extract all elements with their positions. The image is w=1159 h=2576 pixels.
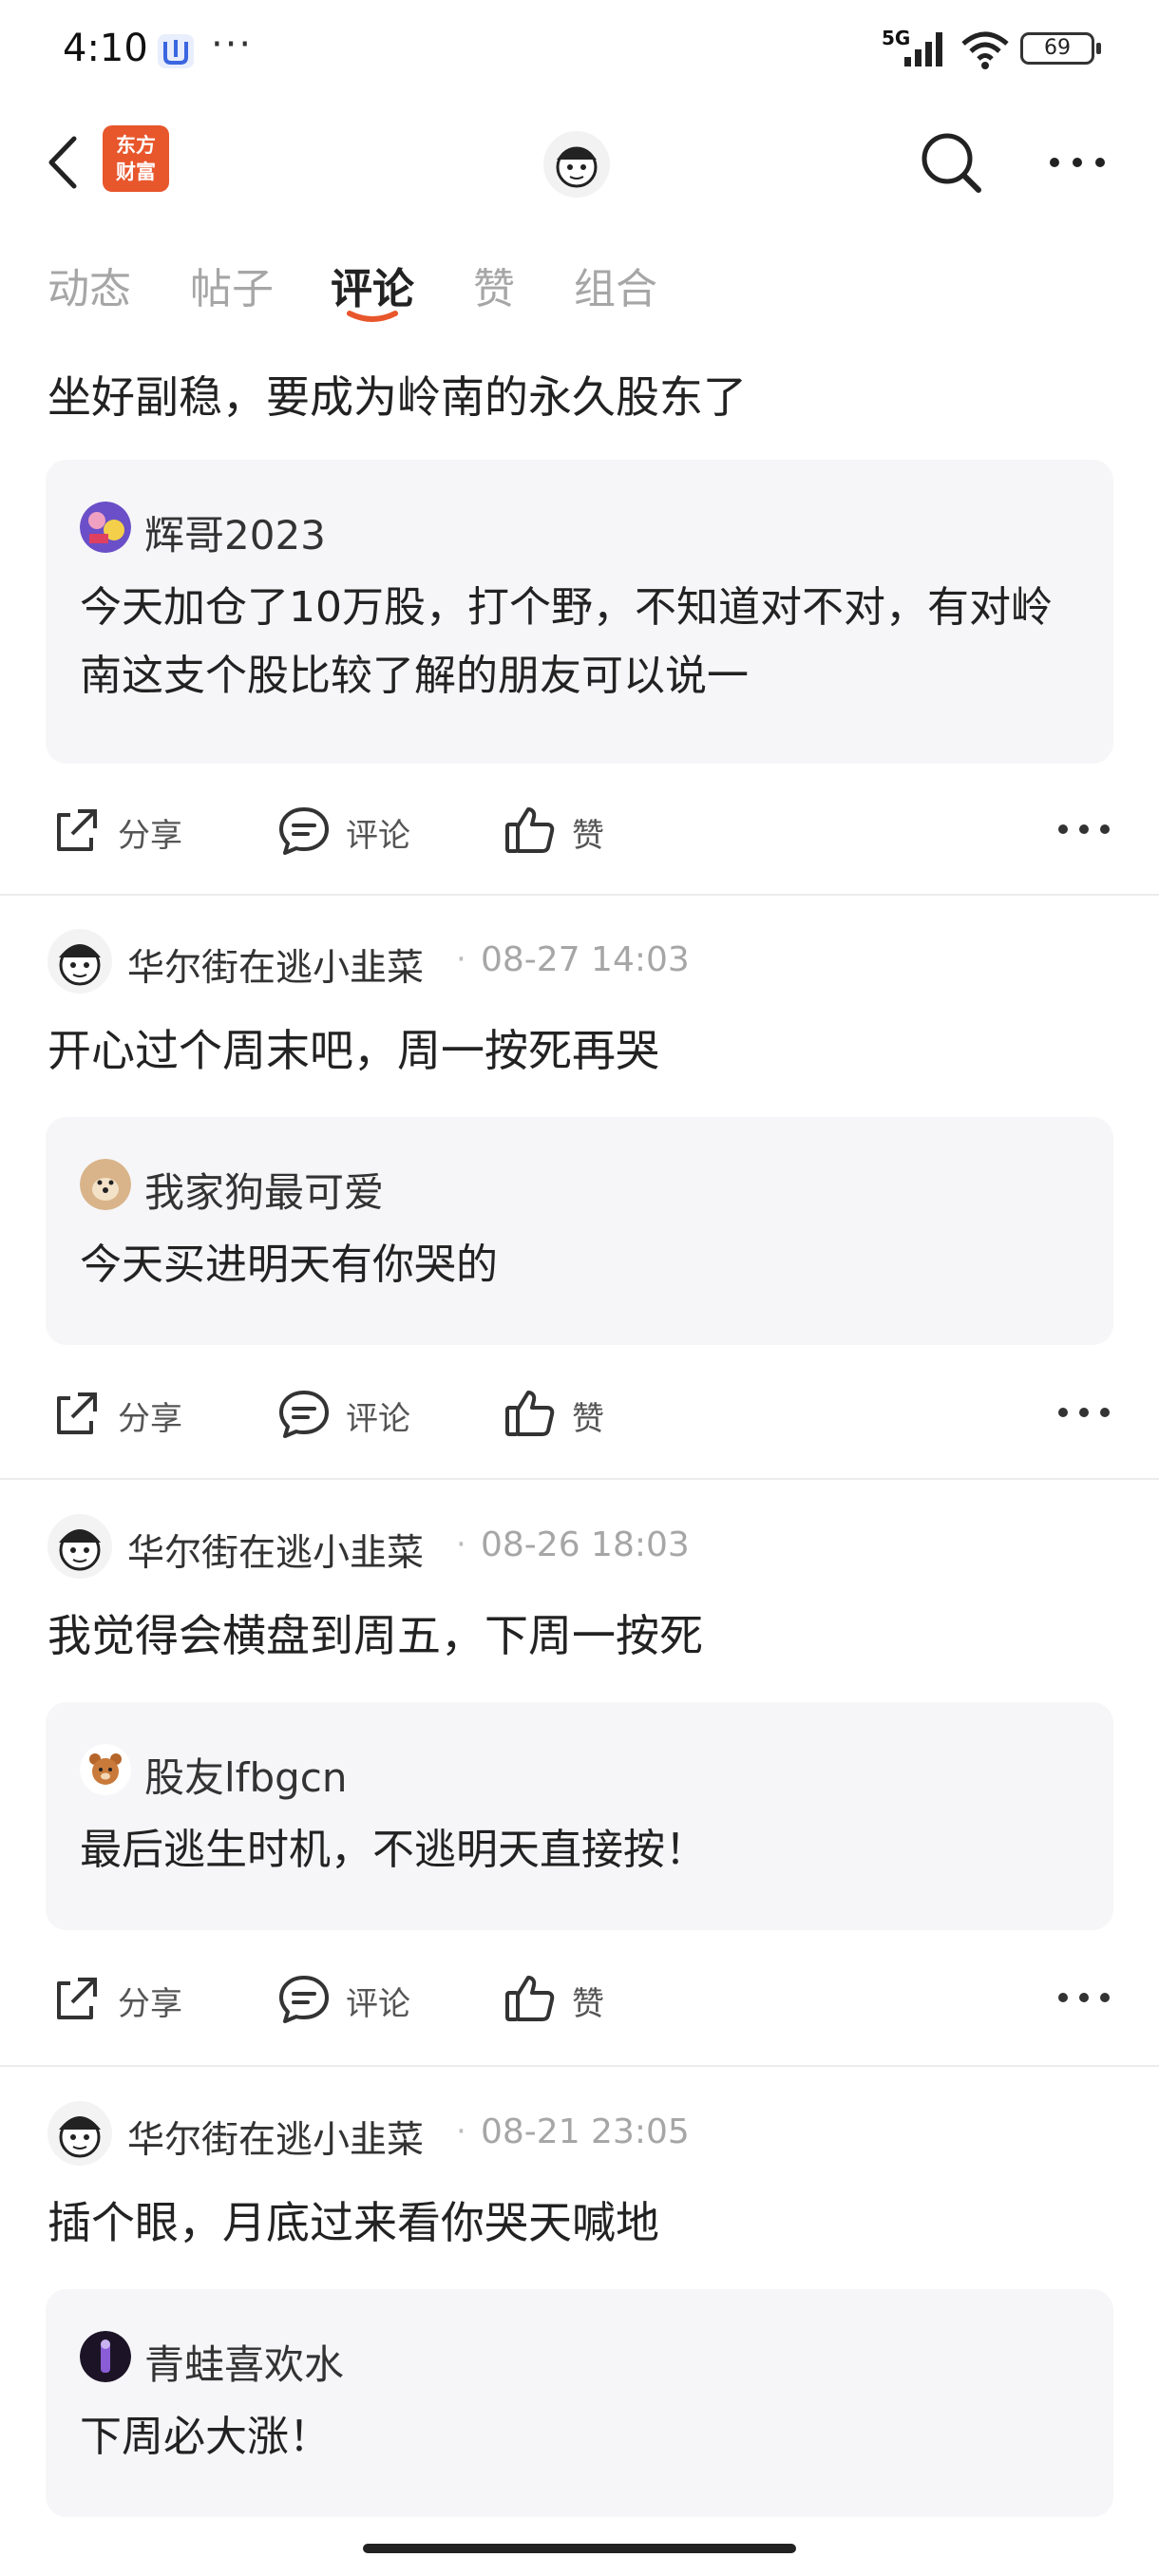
avatar-image-icon xyxy=(80,502,131,553)
quoted-text: 下周必大涨！ xyxy=(80,2413,331,2461)
separator-dot: · xyxy=(456,940,466,978)
divider xyxy=(0,2065,1159,2067)
comment-bubble-icon xyxy=(279,1391,329,1438)
bear-avatar-icon xyxy=(80,1744,131,1795)
post-time: 08-21 23:05 xyxy=(481,2112,690,2151)
comment-bubble-icon xyxy=(279,1976,329,2023)
comment-card: 华尔街在逃小韭菜 · 08-21 23:05 插个眼，月底过来看你哭天喊地 青蛙… xyxy=(0,2101,1159,2557)
more-menu-icon[interactable] xyxy=(1047,148,1108,177)
action-bar: 分享 评论 赞 xyxy=(0,786,1159,872)
comment-text[interactable]: 我觉得会横盘到周五，下周一按死 xyxy=(48,1601,703,1664)
night-photo-avatar-icon xyxy=(80,2331,131,2382)
comment-card: 华尔街在逃小韭菜 · 08-26 18:03 我觉得会横盘到周五，下周一按死 股… xyxy=(0,1514,1159,2065)
tab-likes[interactable]: 赞 xyxy=(473,255,515,315)
share-icon xyxy=(57,809,97,851)
cartoon-face-icon xyxy=(59,944,101,986)
wifi-icon xyxy=(961,31,1009,69)
divider xyxy=(0,1478,1159,1480)
active-tab-indicator xyxy=(347,311,398,322)
profile-tabs: 动态 帖子 评论 赞 组合 xyxy=(0,222,1159,327)
quoted-comment[interactable]: 股友lfbgcn 最后逃生时机，不逃明天直接按！ xyxy=(46,1702,1113,1930)
comment-header: 华尔街在逃小韭菜 · 08-21 23:05 xyxy=(48,2101,1130,2169)
cartoon-face-icon xyxy=(59,1529,101,1571)
quoted-comment[interactable]: 我家狗最可爱 今天买进明天有你哭的 xyxy=(46,1117,1113,1345)
comment-text[interactable]: 坐好副稳，要成为岭南的永久股东了 xyxy=(48,363,747,426)
author-name[interactable]: 华尔街在逃小韭菜 xyxy=(127,938,424,992)
quoted-text: 最后逃生时机，不逃明天直接按！ xyxy=(80,1826,707,1874)
status-bar: 4:10 ··· 5G 69 xyxy=(0,0,1159,103)
action-bar: 分享 评论 赞 xyxy=(0,1370,1159,1455)
like-label: 赞 xyxy=(572,1985,604,2023)
tab-dynamics[interactable]: 动态 xyxy=(48,255,131,315)
post-time: 08-26 18:03 xyxy=(481,1525,690,1564)
like-label: 赞 xyxy=(572,1400,604,1438)
thumbs-up-icon xyxy=(505,807,555,853)
share-icon xyxy=(57,1978,97,2019)
quoted-comment[interactable]: 辉哥2023 今天加仓了10万股，打个野，不知道对不对，有对岭南这支个股比较了解… xyxy=(46,460,1113,764)
separator-dot: · xyxy=(456,1525,466,1563)
share-label: 分享 xyxy=(118,1985,182,2023)
dog-avatar-icon xyxy=(80,1159,131,1210)
more-options-icon[interactable] xyxy=(1056,1398,1112,1427)
comment-header: 华尔街在逃小韭菜 · 08-27 14:03 xyxy=(48,929,1130,997)
separator-dot: · xyxy=(456,2112,466,2150)
comment-label: 评论 xyxy=(346,817,410,855)
comment-text[interactable]: 插个眼，月底过来看你哭天喊地 xyxy=(48,2188,659,2251)
battery-indicator: 69 xyxy=(1020,32,1101,65)
eastmoney-logo[interactable]: 东方 财富 xyxy=(103,125,169,192)
share-icon xyxy=(57,1392,97,1434)
app-notification-icon xyxy=(158,34,194,68)
author-avatar[interactable] xyxy=(48,929,112,994)
author-avatar[interactable] xyxy=(48,1514,112,1579)
comment-label: 评论 xyxy=(346,1400,410,1438)
signal-icon xyxy=(904,32,942,66)
author-name[interactable]: 华尔街在逃小韭菜 xyxy=(127,1524,424,1577)
quoted-user-avatar[interactable] xyxy=(80,2331,131,2382)
status-more-dots: ··· xyxy=(211,23,254,66)
action-bar: 分享 评论 赞 xyxy=(0,1955,1159,2040)
search-icon[interactable] xyxy=(918,129,984,196)
post-time: 08-27 14:03 xyxy=(481,940,690,979)
quoted-comment[interactable]: 青蛙喜欢水 下周必大涨！ xyxy=(46,2289,1113,2517)
more-options-icon[interactable] xyxy=(1056,1983,1112,2012)
logo-text-line1: 东方 xyxy=(116,134,156,157)
comment-label: 评论 xyxy=(346,1985,410,2023)
author-name[interactable]: 华尔街在逃小韭菜 xyxy=(127,2111,424,2164)
cartoon-face-icon xyxy=(556,146,598,188)
quoted-user-name[interactable]: 我家狗最可爱 xyxy=(144,1161,384,1219)
quoted-user-avatar[interactable] xyxy=(80,1159,131,1210)
quoted-user-name[interactable]: 青蛙喜欢水 xyxy=(144,2333,344,2391)
more-options-icon[interactable] xyxy=(1056,815,1112,843)
comment-header: 华尔街在逃小韭菜 · 08-26 18:03 xyxy=(48,1514,1130,1582)
top-nav-bar: 东方 财富 xyxy=(0,103,1159,222)
share-label: 分享 xyxy=(118,1400,182,1438)
home-indicator[interactable] xyxy=(363,2544,796,2553)
quoted-user-name[interactable]: 辉哥2023 xyxy=(144,503,326,561)
author-avatar[interactable] xyxy=(48,2101,112,2166)
quoted-user-name[interactable]: 股友lfbgcn xyxy=(144,1746,348,1804)
divider xyxy=(0,894,1159,896)
comment-bubble-icon xyxy=(279,807,329,855)
tab-portfolio[interactable]: 组合 xyxy=(574,255,657,315)
tab-posts[interactable]: 帖子 xyxy=(190,255,274,315)
comment-card: 坐好副稳，要成为岭南的永久股东了 辉哥2023 今天加仓了10万股，打个野，不知… xyxy=(0,327,1159,897)
logo-text-line2: 财富 xyxy=(116,161,156,183)
status-time: 4:10 xyxy=(63,27,148,70)
share-label: 分享 xyxy=(118,817,182,855)
comment-text[interactable]: 开心过个周末吧，周一按死再哭 xyxy=(48,1016,659,1079)
quoted-user-avatar[interactable] xyxy=(80,1744,131,1795)
quoted-user-avatar[interactable] xyxy=(80,502,131,553)
cartoon-face-icon xyxy=(59,2116,101,2158)
quoted-text: 今天加仓了10万股，打个野，不知道对不对，有对岭南这支个股比较了解的朋友可以说一 xyxy=(80,583,1053,700)
thumbs-up-icon xyxy=(505,1976,555,2021)
back-arrow-icon[interactable] xyxy=(42,131,84,194)
thumbs-up-icon xyxy=(505,1391,555,1436)
comment-card: 华尔街在逃小韭菜 · 08-27 14:03 开心过个周末吧，周一按死再哭 我家… xyxy=(0,929,1159,1480)
tab-comments[interactable]: 评论 xyxy=(331,255,414,315)
like-label: 赞 xyxy=(572,817,604,855)
user-avatar[interactable] xyxy=(543,131,610,198)
quoted-text: 今天买进明天有你哭的 xyxy=(80,1241,498,1289)
